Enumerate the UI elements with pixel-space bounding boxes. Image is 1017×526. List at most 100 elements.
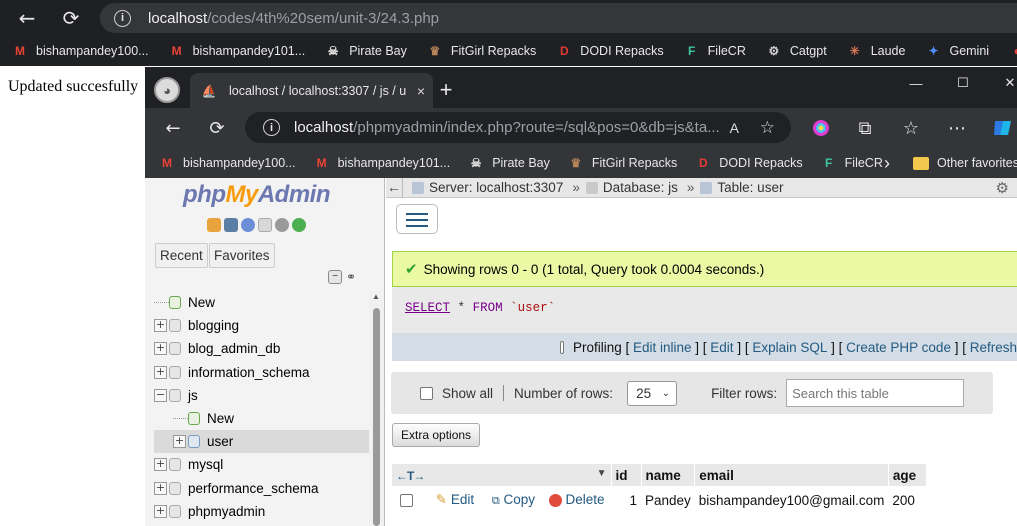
- outer_browser-bookmark[interactable]: ●JOSH Lifest: [1009, 43, 1017, 59]
- tree-item-label[interactable]: performance_schema: [188, 481, 319, 496]
- row-copy-link[interactable]: Copy: [504, 492, 536, 507]
- tree-item-information_schema[interactable]: + information_schema: [154, 361, 369, 384]
- color-extension-icon[interactable]: [805, 113, 837, 143]
- menu-hamburger-icon[interactable]: [396, 204, 438, 234]
- show-all-label[interactable]: Show all: [442, 386, 493, 401]
- back-arrow-icon[interactable]: ←: [8, 0, 46, 36]
- site-info-icon[interactable]: i: [114, 9, 131, 27]
- expand-plus-icon[interactable]: +: [154, 342, 167, 356]
- favorites-list-icon[interactable]: ☆: [895, 113, 927, 143]
- outer_browser-bookmark[interactable]: Mbishampandey100...: [12, 43, 149, 59]
- column-header-name[interactable]: name: [641, 464, 696, 486]
- settings-gear-icon[interactable]: [275, 218, 289, 232]
- outer_browser-bookmark[interactable]: ✦ Gemini: [925, 43, 989, 59]
- outer-url-bar[interactable]: i localhost/codes/4th%20sem/unit-3/24.3.…: [100, 3, 1017, 33]
- cell-name[interactable]: Pandey: [641, 486, 695, 514]
- tree-item-label[interactable]: mysql: [188, 457, 223, 472]
- home-icon[interactable]: [207, 218, 221, 232]
- more-bookmarks-chevron-icon[interactable]: ›: [877, 148, 897, 178]
- outer_browser-bookmark[interactable]: D DODI Repacks: [556, 43, 664, 59]
- show-all-checkbox[interactable]: [420, 386, 433, 400]
- column-header-email[interactable]: email: [694, 464, 889, 486]
- collapse-minus-icon[interactable]: −: [154, 388, 167, 402]
- expand-plus-icon[interactable]: +: [154, 458, 167, 472]
- tree-item-label[interactable]: New: [188, 295, 215, 310]
- link-with-main-icon[interactable]: ⚭: [346, 270, 356, 284]
- tree-item-phpmyadmin[interactable]: + phpmyadmin: [154, 500, 369, 523]
- extensions-puzzle-icon[interactable]: ⧉: [849, 113, 881, 143]
- copilot-icon[interactable]: [987, 113, 1017, 143]
- filter-rows-search-input[interactable]: Search this table: [786, 379, 965, 407]
- reload-icon[interactable]: ⟳: [201, 113, 233, 143]
- cell-age[interactable]: 200: [888, 486, 926, 514]
- minimize-icon[interactable]: —: [893, 69, 939, 97]
- back-arrow-icon[interactable]: ←: [386, 177, 403, 198]
- explain-sql-link[interactable]: Explain SQL: [752, 340, 827, 355]
- inner-url-bar[interactable]: i localhost/phpmyadmin/index.php?route=/…: [245, 112, 791, 143]
- more-menu-icon[interactable]: ⋯: [941, 113, 973, 143]
- refresh-link[interactable]: Refresh: [970, 340, 1017, 355]
- column-header-age[interactable]: age: [888, 464, 927, 486]
- inner_browser-bookmark[interactable]: F FileCR: [821, 155, 883, 171]
- inner_browser-bookmark[interactable]: Mbishampandey100...: [159, 155, 296, 171]
- favorites-tab-button[interactable]: Favorites: [209, 243, 275, 268]
- docs-icon[interactable]: [258, 218, 272, 232]
- outer_browser-bookmark[interactable]: Mbishampandey101...: [169, 43, 306, 59]
- expand-plus-icon[interactable]: +: [154, 319, 167, 333]
- extra-options-button[interactable]: Extra options: [392, 423, 481, 447]
- back-arrow-icon[interactable]: ←: [157, 113, 189, 143]
- inner_browser-bookmark[interactable]: D DODI Repacks: [695, 155, 803, 171]
- inner_browser-bookmark[interactable]: ♛ FitGirl Repacks: [568, 155, 677, 171]
- new-tab-button[interactable]: +: [433, 75, 459, 105]
- scroll-up-icon[interactable]: ▲: [372, 292, 380, 301]
- tree-item-js[interactable]: − js: [154, 384, 369, 407]
- outer_browser-bookmark[interactable]: ☠ Pirate Bay: [325, 43, 407, 59]
- tree-item-blogging[interactable]: + blogging: [154, 314, 369, 337]
- tree-item-blog_admin_db[interactable]: + blog_admin_db: [154, 337, 369, 360]
- tree-item-mysql[interactable]: + mysql: [154, 453, 369, 476]
- help-icon[interactable]: [241, 218, 255, 232]
- breadcrumb-server[interactable]: Server: localhost:3307: [429, 180, 563, 195]
- edit-link[interactable]: Edit: [710, 340, 733, 355]
- collapse-all-icon[interactable]: −: [328, 270, 342, 284]
- recent-tab-button[interactable]: Recent: [155, 243, 208, 268]
- outer_browser-bookmark[interactable]: ✳ Laude: [847, 43, 906, 59]
- tab-close-icon[interactable]: ×: [409, 83, 433, 99]
- exit-icon[interactable]: [224, 218, 238, 232]
- tree-item-label[interactable]: information_schema: [188, 365, 310, 380]
- expand-plus-icon[interactable]: +: [154, 365, 167, 379]
- tree-new-item[interactable]: New: [154, 407, 369, 430]
- tree-item-label[interactable]: user: [207, 434, 233, 449]
- tree-item-label[interactable]: blog_admin_db: [188, 341, 280, 356]
- row-delete-link[interactable]: Delete: [566, 492, 605, 507]
- breadcrumb-table[interactable]: Table: user: [717, 180, 783, 195]
- reload-icon[interactable]: ⟳: [52, 0, 90, 36]
- number-of-rows-select[interactable]: 25 ⌄: [627, 380, 678, 406]
- scrollbar-thumb[interactable]: [373, 308, 380, 526]
- profile-avatar[interactable]: ◕: [154, 77, 180, 103]
- other-favorites[interactable]: Other favorites: [913, 148, 1017, 178]
- cell-id[interactable]: 1: [611, 486, 641, 514]
- inner_browser-bookmark[interactable]: Mbishampandey101...: [314, 155, 451, 171]
- tree-item-performance_schema[interactable]: + performance_schema: [154, 477, 369, 500]
- maximize-icon[interactable]: ☐: [940, 69, 986, 97]
- sort-dropdown-icon[interactable]: ▼: [597, 468, 607, 479]
- row-edit-link[interactable]: Edit: [451, 492, 474, 507]
- tree-item-label[interactable]: js: [188, 388, 198, 403]
- favorite-star-icon[interactable]: ☆: [760, 118, 775, 138]
- cell-email[interactable]: bishampandey100@gmail.com: [695, 486, 889, 514]
- site-info-icon[interactable]: i: [263, 119, 280, 136]
- tree-item-user[interactable]: + user: [154, 430, 369, 454]
- column-arrows-icon[interactable]: ←T→: [396, 469, 425, 483]
- browser-tab-phpmyadmin[interactable]: ⛵ localhost / localhost:3307 / js / u ×: [190, 73, 433, 108]
- tree-item-label[interactable]: New: [207, 411, 234, 426]
- sql-select-keyword[interactable]: SELECT: [405, 301, 450, 315]
- expand-plus-icon[interactable]: +: [154, 481, 167, 495]
- sql-query-box[interactable]: SELECT * FROM `user`: [392, 287, 1017, 333]
- inner_browser-bookmark[interactable]: ☠ Pirate Bay: [468, 155, 550, 171]
- close-window-icon[interactable]: ✕: [987, 69, 1017, 97]
- create-php-code-link[interactable]: Create PHP code: [846, 340, 951, 355]
- phpmyadmin-logo[interactable]: phpMyAdmin: [183, 181, 331, 209]
- nav-scrollbar[interactable]: ▲: [369, 290, 384, 526]
- tree-new-item[interactable]: New: [154, 291, 369, 314]
